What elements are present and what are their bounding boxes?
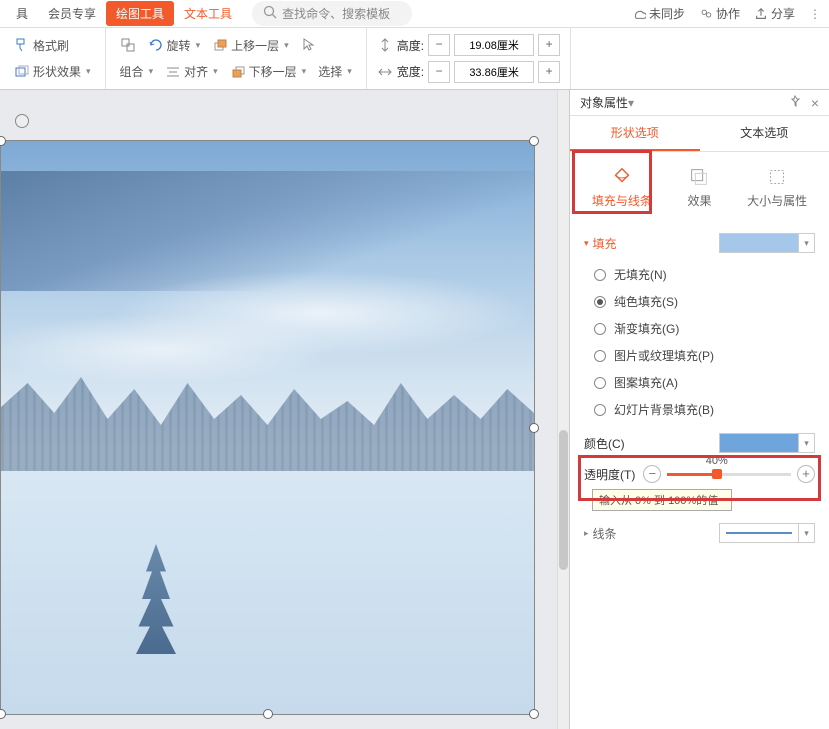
collab-button[interactable]: 协作 [699, 5, 740, 22]
menu-tools-partial[interactable]: 具 [6, 1, 38, 26]
bring-forward-button[interactable]: 上移一层▾ [208, 35, 293, 56]
pin-icon[interactable] [789, 95, 801, 111]
rotate-button[interactable]: 旋转▾ [144, 35, 205, 56]
opacity-value: 40% [706, 455, 728, 467]
mode-effect[interactable]: 效果 [681, 162, 717, 213]
send-backward-button[interactable]: 下移一层▾ [226, 61, 311, 82]
height-minus[interactable]: − [428, 34, 450, 56]
resize-handle-mb[interactable] [263, 709, 273, 719]
select-label[interactable]: 选择▾ [314, 61, 356, 82]
canvas[interactable] [0, 90, 557, 729]
search-placeholder: 查找命令、搜索模板 [282, 5, 390, 22]
more-icon[interactable]: ⋮ [809, 7, 823, 21]
width-label: 宽度: [397, 63, 424, 80]
resize-handle-bl[interactable] [0, 709, 6, 719]
opacity-label: 透明度(T) [584, 466, 635, 483]
opacity-minus[interactable]: − [643, 465, 661, 483]
search-input[interactable]: 查找命令、搜索模板 [252, 1, 412, 26]
fill-color-swatch-top[interactable]: ▾ [719, 233, 815, 253]
width-icon [377, 64, 393, 80]
group-button[interactable] [116, 35, 140, 55]
fill-section-header[interactable]: ▾填充 ▾ [584, 229, 815, 257]
line-section-header[interactable]: ▸线条 ▾ [584, 519, 815, 547]
mode-fill-line[interactable]: 填充与线条 [586, 162, 658, 213]
selected-shape[interactable] [0, 140, 535, 715]
tab-shape-options[interactable]: 形状选项 [570, 116, 700, 151]
fill-slidebg-radio[interactable]: 幻灯片背景填充(B) [594, 396, 815, 423]
height-input[interactable] [454, 34, 534, 56]
format-painter-button[interactable]: 格式刷 [10, 35, 73, 56]
menu-draw-tools[interactable]: 绘图工具 [106, 1, 174, 26]
line-style-picker[interactable]: ▾ [719, 523, 815, 543]
mode-size-props[interactable]: 大小与属性 [741, 162, 813, 213]
align-button[interactable]: 对齐▾ [161, 61, 222, 82]
width-minus[interactable]: − [428, 61, 450, 83]
fill-none-radio[interactable]: 无填充(N) [594, 261, 815, 288]
menu-text-tools[interactable]: 文本工具 [174, 1, 242, 26]
resize-handle-br[interactable] [529, 709, 539, 719]
rotate-handle[interactable] [15, 114, 29, 128]
sync-status[interactable]: 未同步 [632, 5, 685, 22]
menu-member[interactable]: 会员专享 [38, 1, 106, 26]
color-label: 颜色(C) [584, 435, 625, 452]
resize-handle-tl[interactable] [0, 136, 6, 146]
fill-solid-radio[interactable]: 纯色填充(S) [594, 288, 815, 315]
fill-color-picker[interactable]: ▾ [719, 433, 815, 453]
opacity-slider[interactable]: 40% [667, 473, 791, 476]
resize-handle-mr[interactable] [529, 423, 539, 433]
height-label: 高度: [397, 37, 424, 54]
height-icon [377, 37, 393, 53]
opacity-plus[interactable]: + [797, 465, 815, 483]
fill-gradient-radio[interactable]: 渐变填充(G) [594, 315, 815, 342]
search-icon [262, 4, 278, 23]
share-button[interactable]: 分享 [754, 5, 795, 22]
select-pane-button[interactable] [297, 35, 321, 55]
opacity-thumb[interactable] [712, 469, 722, 479]
fill-picture-radio[interactable]: 图片或纹理填充(P) [594, 342, 815, 369]
shape-effect-button[interactable]: 形状效果▾ [10, 61, 95, 82]
opacity-range-tooltip: 输入从 0% 到 100%的值 [592, 489, 732, 511]
height-plus[interactable]: + [538, 34, 560, 56]
panel-title: 对象属性 [580, 94, 628, 111]
close-icon[interactable]: × [811, 95, 819, 111]
fill-pattern-radio[interactable]: 图案填充(A) [594, 369, 815, 396]
tab-text-options[interactable]: 文本选项 [700, 116, 829, 151]
resize-handle-tr[interactable] [529, 136, 539, 146]
vertical-scrollbar[interactable] [557, 90, 569, 729]
width-plus[interactable]: + [538, 61, 560, 83]
width-input[interactable] [454, 61, 534, 83]
group-label[interactable]: 组合▾ [116, 61, 158, 82]
